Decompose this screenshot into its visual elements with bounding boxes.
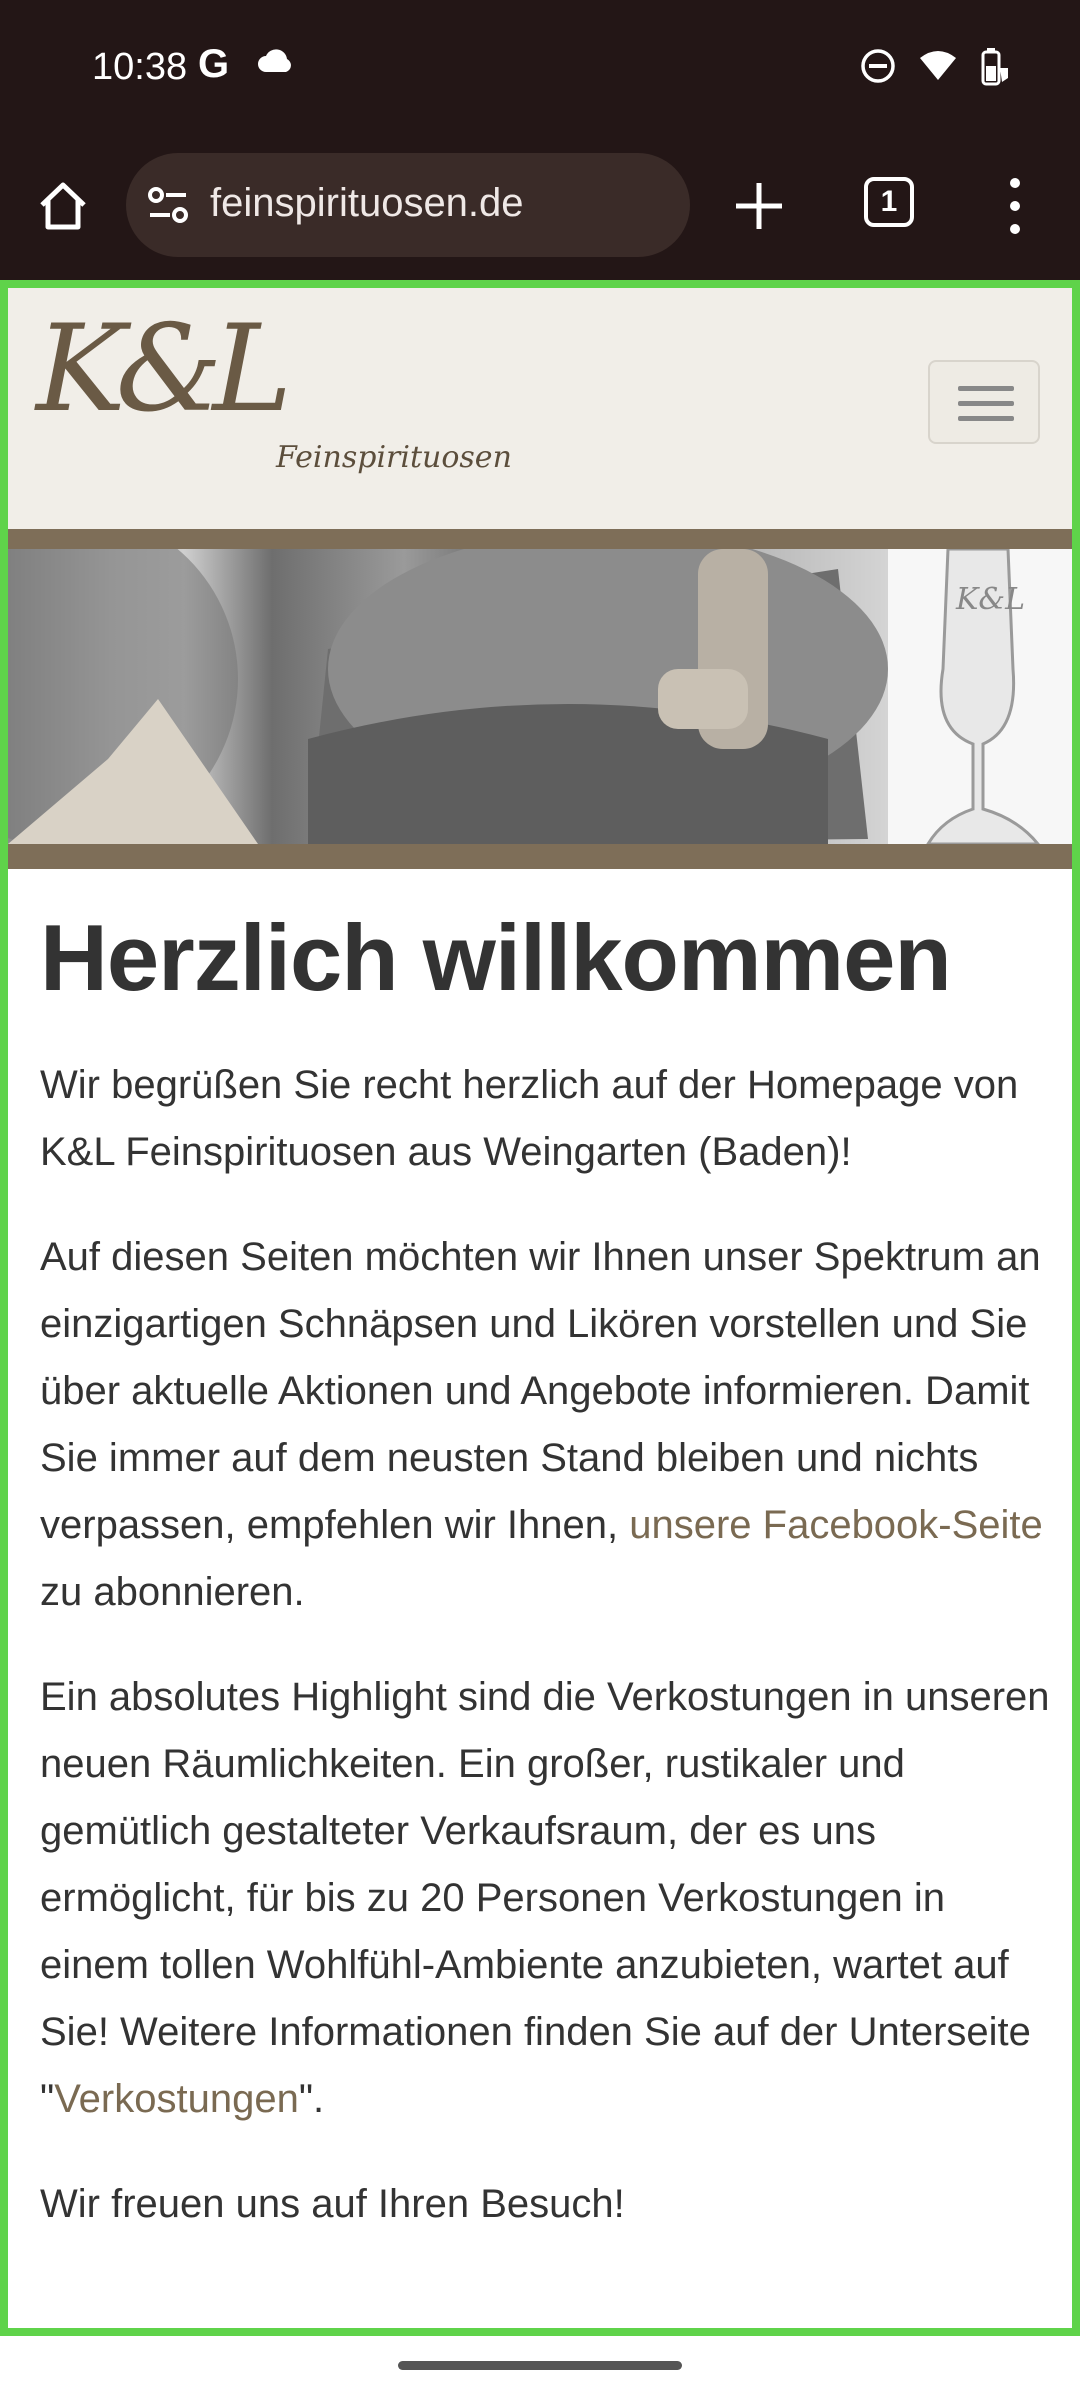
status-icons [860, 46, 1010, 86]
tasting-paragraph: Ein absolutes Highlight sind die Verkost… [40, 1664, 1050, 2133]
hero-banner: K&L [8, 529, 1072, 869]
url-text: feinspirituosen.de [210, 181, 524, 225]
tab-switcher-button[interactable]: 1 [864, 177, 914, 227]
address-bar[interactable]: feinspirituosen.de [126, 153, 690, 257]
new-tab-icon[interactable] [728, 175, 790, 237]
hamburger-line [958, 401, 1014, 406]
site-logo[interactable]: K&L Feinspirituosen [36, 300, 516, 500]
do-not-disturb-icon [861, 49, 895, 83]
page-title: Herzlich willkommen [40, 905, 952, 1010]
logo-mark: K&L [36, 300, 292, 439]
hamburger-line [958, 386, 1014, 391]
facebook-paragraph-text: Auf diesen Seiten möchten wir Ihnen unse… [40, 1235, 1041, 1548]
main-content: Herzlich willkommen Wir begrüßen Sie rec… [40, 904, 1050, 2276]
facebook-paragraph-end: zu abonnieren. [40, 1570, 305, 1615]
site-settings-icon[interactable] [146, 183, 190, 227]
intro-paragraph: Wir begrüßen Sie recht herzlich auf der … [40, 1063, 1019, 1175]
logo-subtitle: Feinspirituosen [276, 440, 512, 475]
google-g-icon: G [198, 42, 230, 86]
overflow-menu-icon[interactable] [1000, 173, 1030, 239]
tastings-link[interactable]: Verkostungen [54, 2077, 299, 2121]
closing-paragraph: Wir freuen uns auf Ihren Besuch! [40, 2182, 625, 2227]
status-time: 10:38 [92, 46, 188, 88]
glass-illustration: K&L [925, 547, 1042, 846]
cloud-icon [258, 49, 291, 72]
hamburger-line [958, 416, 1014, 421]
facebook-paragraph: Auf diesen Seiten möchten wir Ihnen unse… [40, 1224, 1050, 1626]
wifi-icon [920, 51, 956, 80]
site-header: K&L Feinspirituosen [8, 284, 1072, 529]
tasting-paragraph-text: Ein absolutes Highlight sind die Verkost… [40, 1675, 1050, 2122]
status-bar: 10:38 G [0, 0, 1080, 135]
battery-icon [981, 48, 1008, 86]
glass-photo: K&L [888, 547, 1072, 846]
home-icon[interactable] [34, 177, 92, 235]
browser-toolbar: feinspirituosen.de 1 [0, 135, 1080, 280]
barrel-illustration [8, 549, 888, 844]
svg-text:K&L: K&L [955, 582, 1025, 617]
menu-toggle-button[interactable] [928, 360, 1040, 444]
gesture-navigation-bar[interactable] [398, 2361, 682, 2370]
tasting-paragraph-end: ". [298, 2077, 325, 2122]
facebook-link[interactable]: unsere Facebook-Seite [629, 1503, 1043, 1547]
barrel-photo [8, 549, 888, 844]
web-page: K&L Feinspirituosen K&L Herzlich willkom… [8, 284, 1072, 2328]
